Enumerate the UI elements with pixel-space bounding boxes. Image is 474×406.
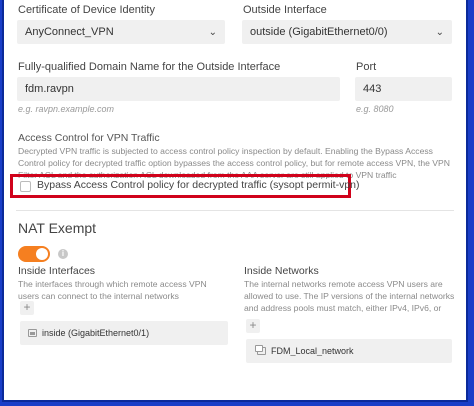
inside-interfaces-description: The interfaces through which remote acce… xyxy=(18,279,207,301)
outside-interface-value: outside (GigabitEthernet0/0) xyxy=(250,26,388,38)
section-divider xyxy=(16,210,454,211)
fqdn-value: fdm.ravpn xyxy=(25,83,74,95)
inside-network-item[interactable]: FDM_Local_network xyxy=(246,339,452,363)
inside-network-item-label: FDM_Local_network xyxy=(271,346,354,356)
toggle-knob xyxy=(36,248,48,260)
certificate-label: Certificate of Device Identity xyxy=(18,4,155,16)
vpn-settings-panel: Certificate of Device Identity AnyConnec… xyxy=(4,0,466,400)
inside-networks-description: The internal networks remote access VPN … xyxy=(244,279,455,313)
nat-exempt-title: NAT Exempt xyxy=(18,220,97,236)
nat-exempt-toggle[interactable] xyxy=(18,246,50,262)
info-icon[interactable]: i xyxy=(58,249,68,259)
fqdn-label: Fully-qualified Domain Name for the Outs… xyxy=(18,61,281,73)
outside-interface-label: Outside Interface xyxy=(243,4,327,16)
certificate-value: AnyConnect_VPN xyxy=(25,26,114,38)
inside-networks-title: Inside Networks xyxy=(244,265,319,277)
outside-interface-select[interactable]: outside (GigabitEthernet0/0) ⌄ xyxy=(242,20,452,44)
port-label: Port xyxy=(356,61,377,73)
add-inside-interface-button[interactable]: + xyxy=(20,301,34,315)
interface-icon xyxy=(28,329,37,337)
port-input[interactable]: 443 xyxy=(355,77,452,101)
network-object-icon xyxy=(255,345,266,355)
inside-interfaces-title: Inside Interfaces xyxy=(18,265,96,277)
fqdn-hint: e.g. ravpn.example.com xyxy=(18,104,115,114)
chevron-down-icon: ⌄ xyxy=(435,26,444,38)
port-hint: e.g. 8080 xyxy=(356,104,394,114)
port-value: 443 xyxy=(363,83,382,95)
bypass-checkbox[interactable] xyxy=(20,181,31,192)
inside-interface-item-label: inside (GigabitEthernet0/1) xyxy=(42,328,150,338)
fqdn-input[interactable]: fdm.ravpn xyxy=(17,77,340,101)
add-inside-network-button[interactable]: + xyxy=(246,319,260,333)
bypass-label: Bypass Access Control policy for decrypt… xyxy=(37,179,360,191)
inside-interface-item[interactable]: inside (GigabitEthernet0/1) xyxy=(20,321,228,345)
certificate-select[interactable]: AnyConnect_VPN ⌄ xyxy=(17,20,225,44)
access-control-title: Access Control for VPN Traffic xyxy=(18,132,160,144)
chevron-down-icon: ⌄ xyxy=(208,26,217,38)
